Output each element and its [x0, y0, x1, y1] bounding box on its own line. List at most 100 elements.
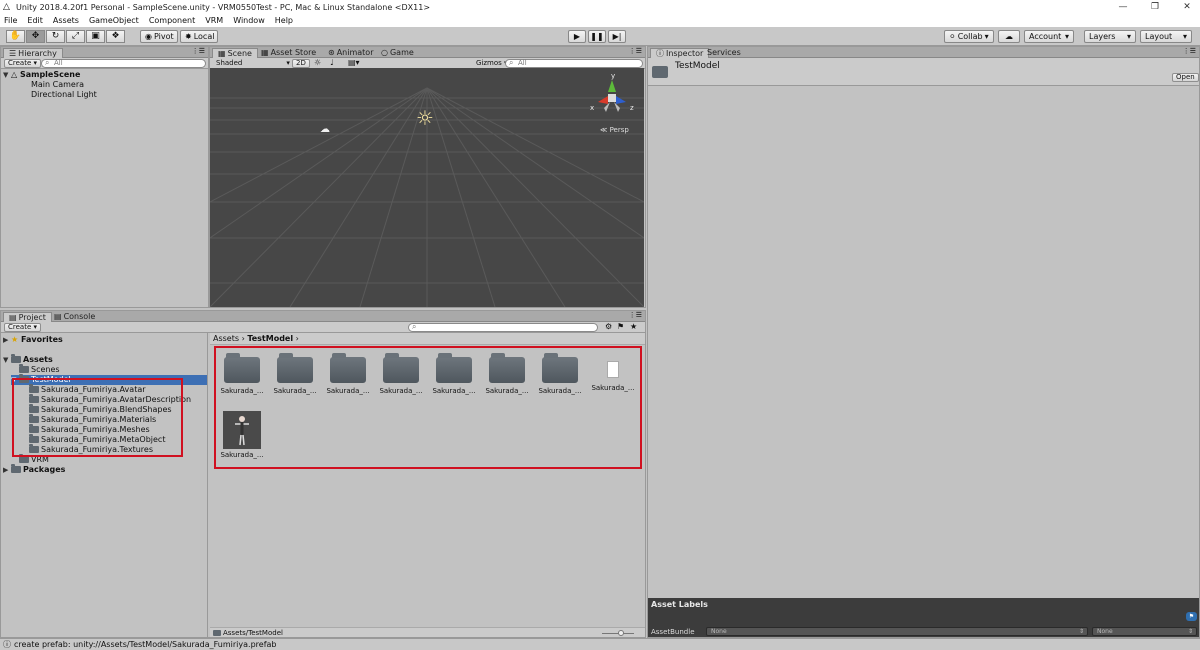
layout-button[interactable]: Layout ▾: [1140, 30, 1192, 43]
effects-toggle-icon[interactable]: ▤▾: [348, 58, 360, 68]
scene-root[interactable]: ▼ △ SampleScene: [3, 70, 80, 80]
account-button[interactable]: Account ▾: [1024, 30, 1074, 43]
expand-icon[interactable]: ▶: [3, 465, 11, 475]
panel-menu-icon[interactable]: ⋮☰: [629, 47, 642, 55]
menu-edit[interactable]: Edit: [27, 16, 43, 25]
inspector-header: TestModel Open: [648, 58, 1199, 86]
transform-tool-icon[interactable]: ❖: [106, 30, 125, 43]
move-tool-icon[interactable]: ✥: [26, 30, 45, 43]
lighting-toggle-icon[interactable]: ☼: [314, 58, 321, 68]
shading-mode-dropdown[interactable]: Shaded ▾: [216, 58, 290, 68]
folder-icon: [652, 66, 668, 78]
rect-tool-icon[interactable]: ▣: [86, 30, 105, 43]
tab-hierarchy[interactable]: ☰ Hierarchy: [3, 48, 63, 58]
create-button[interactable]: Create ▾: [4, 59, 42, 68]
camera-icon[interactable]: ☁: [320, 124, 330, 135]
window-title: Unity 2018.4.20f1 Personal - SampleScene…: [16, 2, 431, 12]
project-toolbar: Create ▾ ⚙ ⚑ ★: [1, 322, 645, 333]
orientation-gizmo[interactable]: [590, 76, 634, 116]
audio-toggle-icon[interactable]: ♩: [330, 58, 334, 68]
filter-type-icon[interactable]: ⚙: [605, 322, 612, 331]
asset-bundle-dropdown[interactable]: None ⇕: [706, 627, 1088, 636]
close-icon[interactable]: ✕: [1172, 0, 1200, 14]
gizmos-dropdown[interactable]: Gizmos ▾: [476, 58, 508, 68]
inspector-tabbar: ⓘ Inspector Services ⋮☰: [648, 47, 1199, 58]
pause-button[interactable]: ❚❚: [588, 30, 606, 43]
tab-scene[interactable]: ▦ Scene: [212, 48, 258, 58]
menu-component[interactable]: Component: [149, 16, 195, 25]
gizmo-axis-x-label: x: [590, 104, 595, 112]
open-button[interactable]: Open: [1172, 73, 1199, 82]
hierarchy-item[interactable]: Directional Light: [31, 90, 97, 100]
store-icon: ▦: [261, 48, 269, 57]
breadcrumb-assets[interactable]: Assets: [213, 334, 239, 343]
menu-vrm[interactable]: VRM: [205, 16, 223, 25]
unity-scene-icon: △: [11, 70, 18, 79]
step-button[interactable]: ▶|: [608, 30, 626, 43]
inspector-object-name: TestModel: [675, 61, 720, 71]
menu-help[interactable]: Help: [275, 16, 293, 25]
menu-file[interactable]: File: [4, 16, 17, 25]
expand-icon[interactable]: ▼: [3, 355, 11, 365]
minimize-icon[interactable]: —: [1108, 0, 1138, 14]
scale-tool-icon[interactable]: ⤢: [66, 30, 85, 43]
label-tag-icon[interactable]: ⚑: [1186, 612, 1197, 621]
tab-console[interactable]: ▤ Console: [49, 312, 100, 322]
hierarchy-panel: ☰Hierarchy ⋮☰ Create ▾ All ▼△ SampleScen…: [0, 46, 209, 308]
inspector-panel: ⓘ Inspector Services ⋮☰ TestModel Open As…: [647, 46, 1200, 638]
step-icon: ▶|: [612, 32, 622, 41]
layers-button[interactable]: Layers ▾: [1084, 30, 1136, 43]
play-button[interactable]: ▶: [568, 30, 586, 43]
asset-grid: Sakurada_... Sakurada_... Sakurada_... S…: [210, 345, 645, 627]
panel-menu-icon[interactable]: ⋮☰: [192, 47, 205, 55]
tab-services[interactable]: Services: [702, 48, 746, 58]
tab-inspector[interactable]: ⓘ Inspector: [650, 48, 710, 58]
local-button[interactable]: ✸ Local: [180, 30, 218, 43]
panel-menu-icon[interactable]: ⋮☰: [629, 311, 642, 319]
favorite-star-icon[interactable]: ★: [630, 322, 637, 331]
scene-search-input[interactable]: All: [505, 59, 643, 68]
hierarchy-search-input[interactable]: All: [41, 59, 206, 68]
project-search-input[interactable]: [408, 323, 598, 332]
tree-favorites[interactable]: ▶ ★ Favorites: [3, 335, 63, 345]
cloud-icon: ☁: [1005, 32, 1013, 41]
cloud-button[interactable]: ☁: [998, 30, 1020, 43]
panel-menu-icon[interactable]: ⋮☰: [1183, 47, 1196, 55]
pivot-button[interactable]: ◉ Pivot: [140, 30, 178, 43]
tab-asset-store[interactable]: ▦ Asset Store: [256, 48, 321, 58]
asset-labels-section: Asset Labels ⚑ AssetBundle None ⇕ None ⇕: [648, 598, 1199, 637]
highlight-box-grid: [214, 346, 642, 469]
mode-2d-button[interactable]: 2D: [292, 59, 310, 68]
tab-animator[interactable]: ⊛ Animator: [323, 48, 378, 58]
projection-label[interactable]: ≪ Persp: [600, 126, 629, 134]
tree-packages[interactable]: ▶ Packages: [3, 464, 65, 475]
asset-bundle-label: AssetBundle: [651, 628, 695, 636]
tab-game[interactable]: ○ Game: [376, 48, 419, 58]
tab-project[interactable]: ▤ Project: [3, 312, 52, 322]
menu-gameobject[interactable]: GameObject: [89, 16, 139, 25]
expand-icon[interactable]: ▶: [3, 335, 11, 345]
breadcrumb-testmodel[interactable]: TestModel: [247, 334, 293, 343]
slider-thumb[interactable]: [618, 630, 624, 636]
tree-folder-scenes[interactable]: Scenes: [19, 364, 60, 375]
expand-icon[interactable]: ▼: [3, 70, 11, 80]
asset-variant-dropdown[interactable]: None ⇕: [1092, 627, 1197, 636]
menu-window[interactable]: Window: [233, 16, 265, 25]
project-panel: ▤Project ▤Console ⋮☰ Create ▾ ⚙ ⚑ ★ ▶★ F…: [0, 310, 646, 638]
create-button[interactable]: Create ▾: [4, 323, 42, 332]
status-bar: ⓘ create prefab: unity://Assets/TestMode…: [0, 638, 1200, 650]
scene-viewport[interactable]: ☼ ☁ y x z ≪ Persp: [210, 68, 644, 307]
rotate-tool-icon[interactable]: ↻: [46, 30, 65, 43]
filter-label-icon[interactable]: ⚑: [617, 322, 624, 331]
tree-assets[interactable]: ▼ Assets: [3, 354, 53, 365]
directional-light-icon[interactable]: ☼: [416, 106, 434, 130]
hierarchy-item[interactable]: Main Camera: [31, 80, 84, 90]
folder-tab-icon: ▤: [9, 312, 17, 322]
hand-tool-icon[interactable]: ✋: [6, 30, 25, 43]
scene-tabbar: ▦ Scene ▦ Asset Store ⊛ Animator ○ Game ⋮☰: [210, 47, 645, 58]
collab-button[interactable]: ⚪ Collab ▾: [944, 30, 994, 43]
game-icon: ○: [381, 48, 388, 57]
info-status-icon: ⓘ: [3, 640, 11, 649]
menu-assets[interactable]: Assets: [53, 16, 79, 25]
restore-icon[interactable]: ❐: [1140, 0, 1170, 14]
